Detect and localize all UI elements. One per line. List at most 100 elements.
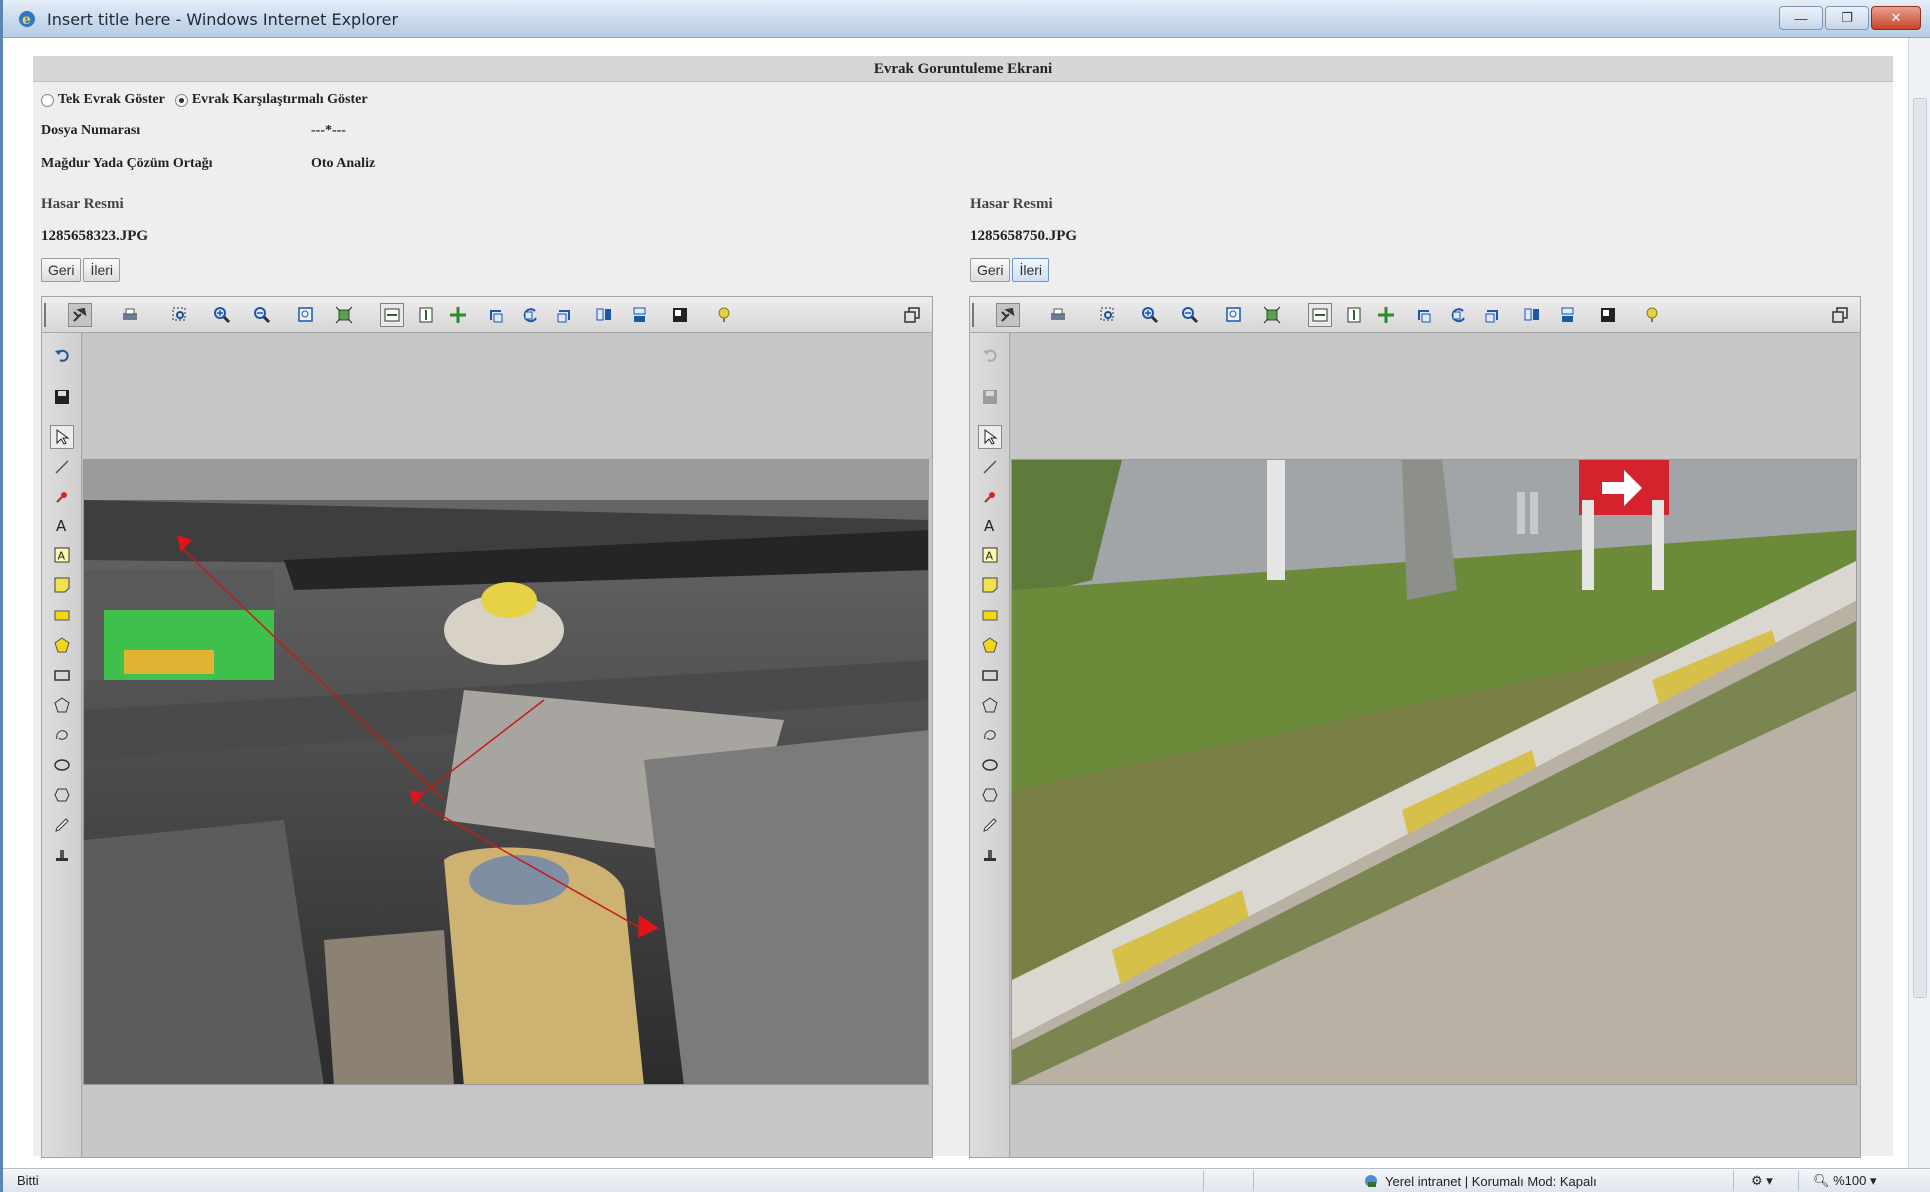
pan-tool-icon[interactable] <box>68 303 92 327</box>
pen-icon[interactable] <box>978 813 1002 837</box>
filled-rectangle-icon[interactable] <box>978 603 1002 627</box>
undo-icon[interactable] <box>50 343 74 367</box>
filled-polygon-icon[interactable] <box>978 633 1002 657</box>
restore-window-icon[interactable] <box>900 303 924 327</box>
pin-icon[interactable] <box>50 485 74 509</box>
zoom-out-icon[interactable] <box>1178 303 1202 327</box>
freehand-icon[interactable] <box>50 723 74 747</box>
fit-height-icon[interactable] <box>414 303 438 327</box>
svg-text:e: e <box>22 12 31 28</box>
zoom-fit-icon[interactable] <box>1222 303 1246 327</box>
zoom-level[interactable]: 🔍︎ %100 ▾ <box>1813 1173 1877 1189</box>
left-next-button[interactable]: İleri <box>83 258 121 282</box>
pan-tool-icon[interactable] <box>996 303 1020 327</box>
hexagon-icon[interactable] <box>50 783 74 807</box>
save-icon[interactable] <box>50 385 74 409</box>
right-viewer-toolbar <box>970 297 1860 333</box>
fit-width-icon[interactable] <box>380 303 404 327</box>
minimize-button[interactable]: — <box>1779 6 1823 30</box>
select-arrow-icon[interactable] <box>978 425 1002 449</box>
close-button[interactable]: ✕ <box>1871 6 1921 30</box>
polygon-icon[interactable] <box>50 693 74 717</box>
compare-view-radio[interactable] <box>174 93 188 107</box>
rectangle-icon[interactable] <box>50 663 74 687</box>
rotate-right-icon[interactable] <box>552 303 576 327</box>
stamp-icon[interactable] <box>50 843 74 867</box>
move-icon[interactable] <box>446 303 470 327</box>
help-icon[interactable] <box>1640 303 1664 327</box>
sticky-note-icon[interactable] <box>50 573 74 597</box>
rotate-left-icon[interactable] <box>484 303 508 327</box>
security-zone[interactable]: Yerel intranet | Korumalı Mod: Kapalı <box>1363 1173 1597 1189</box>
right-next-button[interactable]: İleri <box>1012 258 1050 282</box>
polygon-icon[interactable] <box>978 693 1002 717</box>
left-section-title: Hasar Resmi <box>41 196 124 212</box>
protected-mode-icon[interactable]: ⚙ ▾ <box>1751 1173 1773 1189</box>
pen-icon[interactable] <box>50 813 74 837</box>
save-icon[interactable] <box>978 385 1002 409</box>
stamp-icon[interactable] <box>978 843 1002 867</box>
maximize-button[interactable]: ❐ <box>1825 6 1869 30</box>
filled-rectangle-icon[interactable] <box>50 603 74 627</box>
help-icon[interactable] <box>712 303 736 327</box>
zoom-in-icon[interactable] <box>210 303 234 327</box>
scrollbar-thumb[interactable] <box>1913 98 1927 998</box>
sticky-note-icon[interactable] <box>978 573 1002 597</box>
zoom-fit-icon[interactable] <box>294 303 318 327</box>
status-bar: Bitti Yerel intranet | Korumalı Mod: Kap… <box>3 1168 1930 1192</box>
text-box-icon[interactable]: A <box>978 543 1002 567</box>
left-image-viewer: A A <box>41 296 933 1158</box>
text-box-icon[interactable]: A <box>50 543 74 567</box>
print-icon[interactable] <box>118 303 142 327</box>
invert-icon[interactable] <box>1596 303 1620 327</box>
right-image-viewer: A A <box>969 296 1861 1158</box>
rotate-icon[interactable] <box>518 303 542 327</box>
left-viewer-toolbar <box>42 297 932 333</box>
zoom-in-icon[interactable] <box>1138 303 1162 327</box>
toolbar-grip[interactable] <box>44 303 52 327</box>
restore-window-icon[interactable] <box>1828 303 1852 327</box>
right-image-canvas[interactable] <box>1011 333 1860 1157</box>
print-icon[interactable] <box>1046 303 1070 327</box>
left-prev-button[interactable]: Geri <box>41 258 82 282</box>
zoom-out-icon[interactable] <box>250 303 274 327</box>
zoom-region-icon[interactable] <box>1096 303 1120 327</box>
line-icon[interactable] <box>50 455 74 479</box>
invert-icon[interactable] <box>668 303 692 327</box>
zoom-region-icon[interactable] <box>168 303 192 327</box>
toolbar-grip[interactable] <box>972 303 980 327</box>
compare-view-label[interactable]: Evrak Karşılaştırmalı Göster <box>192 92 368 108</box>
text-icon[interactable]: A <box>50 513 74 537</box>
flip-horizontal-icon[interactable] <box>592 303 616 327</box>
fit-height-icon[interactable] <box>1342 303 1366 327</box>
select-arrow-icon[interactable] <box>50 425 74 449</box>
move-icon[interactable] <box>1374 303 1398 327</box>
page-scrollbar[interactable] <box>1908 38 1930 1168</box>
undo-icon[interactable] <box>978 343 1002 367</box>
text-icon[interactable]: A <box>978 513 1002 537</box>
filled-polygon-icon[interactable] <box>50 633 74 657</box>
ellipse-icon[interactable] <box>50 753 74 777</box>
single-view-radio[interactable] <box>41 93 54 107</box>
flip-vertical-icon[interactable] <box>1556 303 1580 327</box>
rotate-icon[interactable] <box>1446 303 1470 327</box>
rectangle-icon[interactable] <box>978 663 1002 687</box>
flip-vertical-icon[interactable] <box>628 303 652 327</box>
hexagon-icon[interactable] <box>978 783 1002 807</box>
rotate-left-icon[interactable] <box>1412 303 1436 327</box>
left-image-canvas[interactable] <box>83 333 932 1157</box>
ellipse-icon[interactable] <box>978 753 1002 777</box>
pin-icon[interactable] <box>978 485 1002 509</box>
right-prev-button[interactable]: Geri <box>970 258 1011 282</box>
rotate-right-icon[interactable] <box>1480 303 1504 327</box>
single-view-label[interactable]: Tek Evrak Göster <box>58 92 165 108</box>
left-damage-photo[interactable] <box>83 459 929 1085</box>
fit-to-window-icon[interactable] <box>332 303 356 327</box>
line-icon[interactable] <box>978 455 1002 479</box>
flip-horizontal-icon[interactable] <box>1520 303 1544 327</box>
fit-width-icon[interactable] <box>1308 303 1332 327</box>
right-damage-photo[interactable] <box>1011 459 1857 1085</box>
freehand-icon[interactable] <box>978 723 1002 747</box>
zoom-level-text: %100 <box>1833 1173 1867 1188</box>
fit-to-window-icon[interactable] <box>1260 303 1284 327</box>
